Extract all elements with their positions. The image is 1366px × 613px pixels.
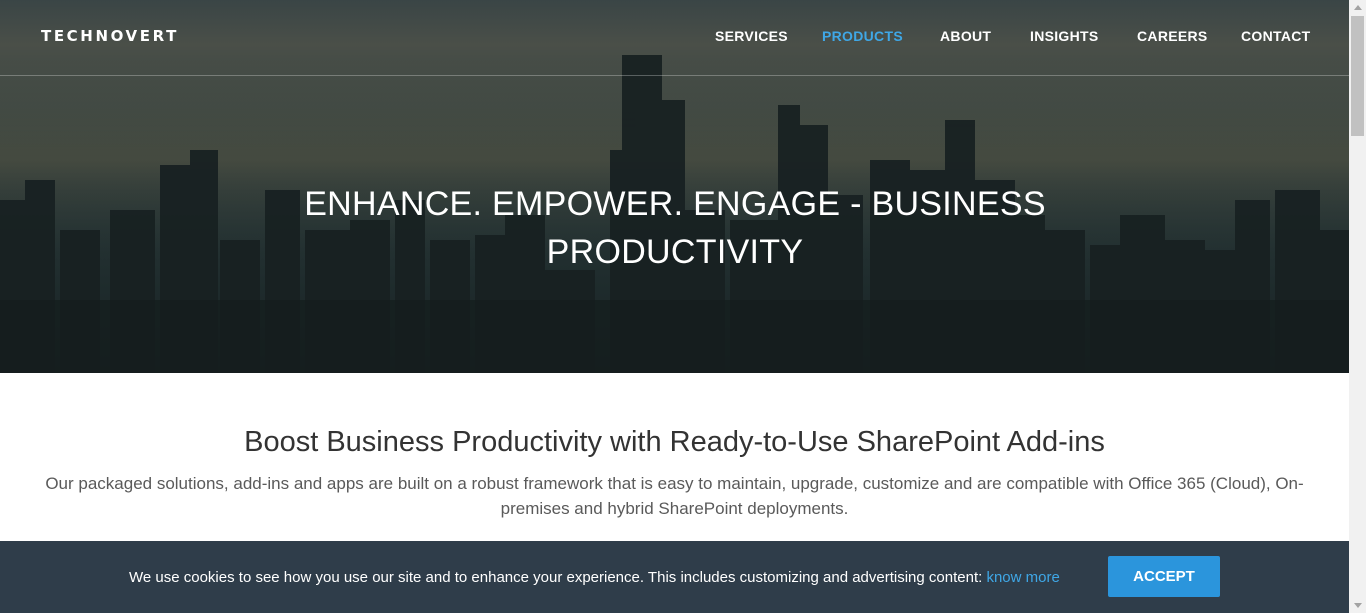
- page-scrollbar[interactable]: [1349, 0, 1366, 613]
- scrollbar-thumb[interactable]: [1351, 16, 1364, 136]
- nav-contact[interactable]: CONTACT: [1241, 28, 1311, 44]
- scroll-down-arrow-icon[interactable]: [1354, 603, 1362, 608]
- cookie-banner: We use cookies to see how you use our si…: [0, 541, 1349, 613]
- main-nav: SERVICES PRODUCTS ABOUT INSIGHTS CAREERS…: [0, 28, 1349, 48]
- section-heading: Boost Business Productivity with Ready-t…: [244, 426, 1105, 458]
- scroll-up-arrow-icon[interactable]: [1354, 5, 1362, 10]
- cookie-text: We use cookies to see how you use our si…: [129, 569, 983, 586]
- nav-products[interactable]: PRODUCTS: [822, 28, 903, 44]
- know-more-link[interactable]: know more: [986, 569, 1059, 586]
- accept-cookies-button[interactable]: ACCEPT: [1108, 556, 1220, 597]
- top-navigation-bar: TECHNOVERT SERVICES PRODUCTS ABOUT INSIG…: [0, 0, 1349, 76]
- section-description: Our packaged solutions, add-ins and apps…: [45, 474, 1304, 518]
- nav-insights[interactable]: INSIGHTS: [1030, 28, 1099, 44]
- nav-services[interactable]: SERVICES: [715, 28, 788, 44]
- hero-title: ENHANCE. EMPOWER. ENGAGE - BUSINESS PROD…: [304, 185, 1046, 271]
- hero-banner: TECHNOVERT SERVICES PRODUCTS ABOUT INSIG…: [0, 0, 1349, 373]
- nav-about[interactable]: ABOUT: [940, 28, 991, 44]
- nav-careers[interactable]: CAREERS: [1137, 28, 1208, 44]
- cookie-message: We use cookies to see how you use our si…: [129, 569, 1060, 586]
